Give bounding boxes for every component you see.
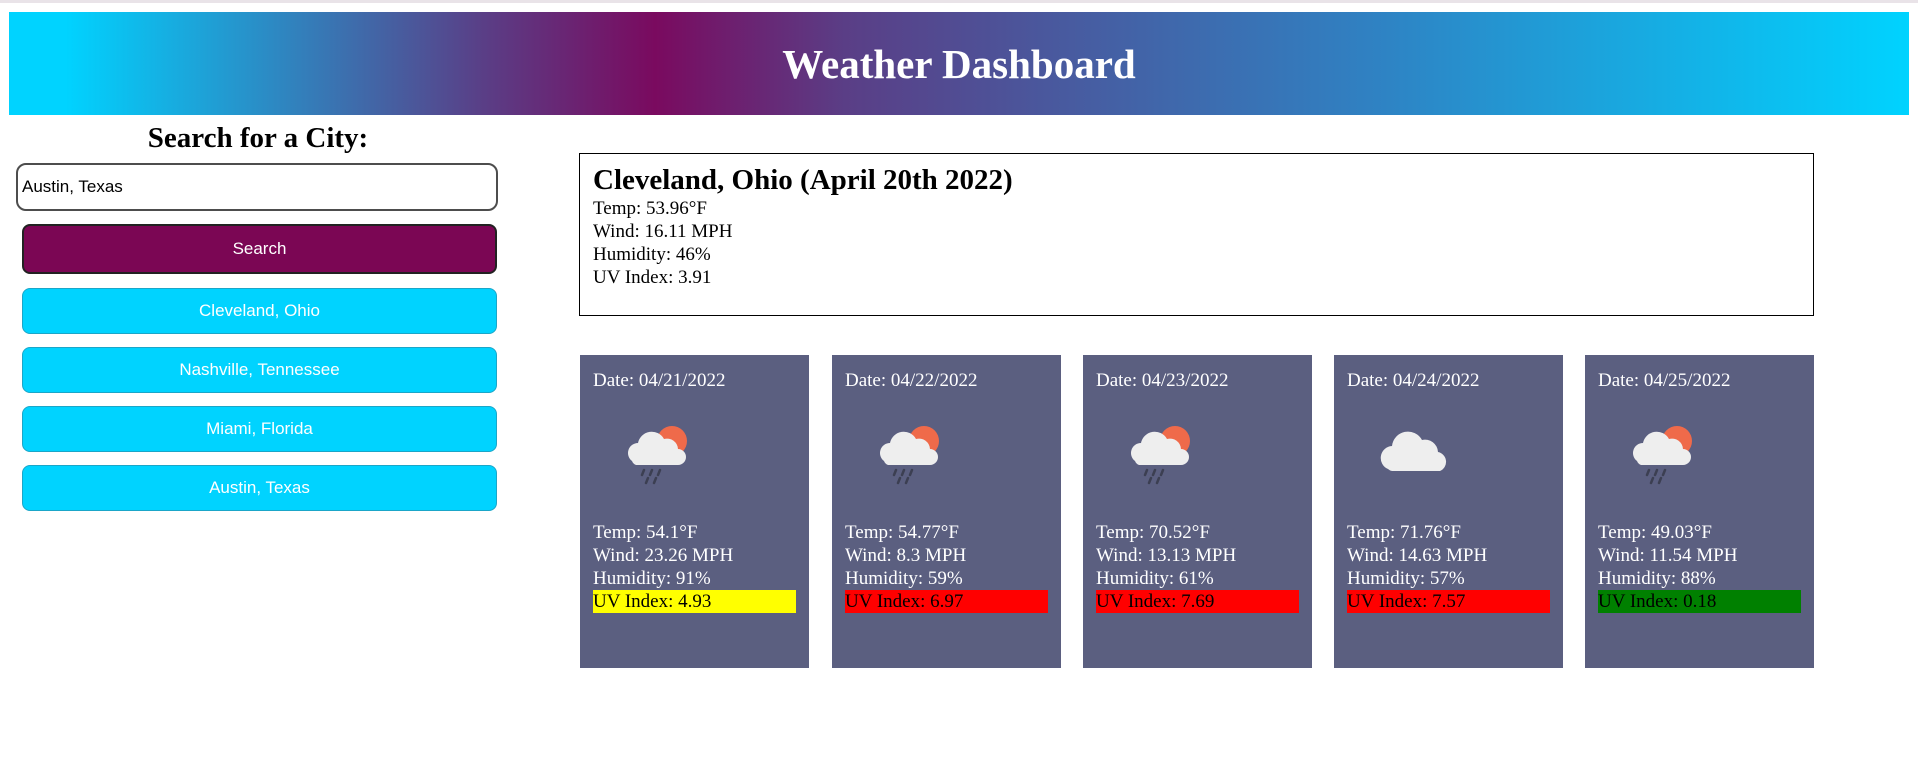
forecast-uv-index: UV Index: 7.57	[1347, 590, 1550, 613]
current-weather-panel: Cleveland, Ohio (April 20th 2022) Temp: …	[579, 153, 1814, 316]
cloud-icon	[1380, 431, 1447, 471]
current-city-title: Cleveland, Ohio (April 20th 2022)	[593, 164, 1013, 196]
forecast-date: Date: 04/23/2022	[1096, 370, 1229, 391]
history-button-miami[interactable]: Miami, Florida	[22, 406, 497, 452]
forecast-temp: Temp: 54.1°F	[593, 522, 698, 543]
cloud-sun-rain-icon	[1131, 426, 1190, 485]
forecast-card: Date: 04/22/2022 Temp: 54.77°F Wind: 8.3…	[832, 355, 1061, 668]
forecast-stats: Temp: 71.76°F Wind: 14.63 MPH Humidity: …	[1347, 521, 1550, 613]
forecast-humidity: Humidity: 59%	[845, 568, 963, 589]
forecast-uv-index: UV Index: 6.97	[845, 590, 1048, 613]
history-button-nashville[interactable]: Nashville, Tennessee	[22, 347, 497, 393]
browser-top-border	[0, 0, 1918, 3]
forecast-stats: Temp: 49.03°F Wind: 11.54 MPH Humidity: …	[1598, 521, 1801, 613]
forecast-humidity: Humidity: 57%	[1347, 568, 1465, 589]
history-button-austin[interactable]: Austin, Texas	[22, 465, 497, 511]
forecast-stats: Temp: 54.77°F Wind: 8.3 MPH Humidity: 59…	[845, 521, 1048, 613]
forecast-temp: Temp: 70.52°F	[1096, 522, 1210, 543]
cloud-sun-rain-icon	[628, 426, 687, 485]
forecast-wind: Wind: 14.63 MPH	[1347, 545, 1488, 566]
current-temp: Temp: 53.96°F	[593, 198, 707, 219]
forecast-date: Date: 04/25/2022	[1598, 370, 1731, 391]
page-title: Weather Dashboard	[782, 40, 1136, 87]
forecast-card: Date: 04/21/2022 Temp: 54.1°F Wind: 23.2…	[580, 355, 809, 668]
forecast-card: Date: 04/24/2022 Temp: 71.76°F Wind: 14.…	[1334, 355, 1563, 668]
forecast-temp: Temp: 71.76°F	[1347, 522, 1461, 543]
forecast-temp: Temp: 49.03°F	[1598, 522, 1712, 543]
forecast-uv-index: UV Index: 0.18	[1598, 590, 1801, 613]
forecast-stats: Temp: 70.52°F Wind: 13.13 MPH Humidity: …	[1096, 521, 1299, 613]
current-uv-index: UV Index: 3.91	[593, 267, 712, 288]
current-humidity: Humidity: 46%	[593, 244, 711, 265]
forecast-humidity: Humidity: 91%	[593, 568, 711, 589]
forecast-date: Date: 04/24/2022	[1347, 370, 1480, 391]
city-search-input[interactable]	[16, 163, 498, 211]
forecast-date: Date: 04/21/2022	[593, 370, 726, 391]
search-button[interactable]: Search	[22, 224, 497, 274]
forecast-humidity: Humidity: 88%	[1598, 568, 1716, 589]
forecast-wind: Wind: 23.26 MPH	[593, 545, 734, 566]
forecast-wind: Wind: 13.13 MPH	[1096, 545, 1237, 566]
forecast-uv-index: UV Index: 7.69	[1096, 590, 1299, 613]
history-button-cleveland[interactable]: Cleveland, Ohio	[22, 288, 497, 334]
forecast-temp: Temp: 54.77°F	[845, 522, 959, 543]
forecast-date: Date: 04/22/2022	[845, 370, 978, 391]
forecast-uv-index: UV Index: 4.93	[593, 590, 796, 613]
forecast-card: Date: 04/25/2022 Temp: 49.03°F Wind: 11.…	[1585, 355, 1814, 668]
cloud-sun-rain-icon	[1633, 426, 1692, 485]
cloud-sun-rain-icon	[880, 426, 939, 485]
forecast-humidity: Humidity: 61%	[1096, 568, 1214, 589]
forecast-card: Date: 04/23/2022 Temp: 70.52°F Wind: 13.…	[1083, 355, 1312, 668]
current-wind: Wind: 16.11 MPH	[593, 221, 733, 242]
forecast-stats: Temp: 54.1°F Wind: 23.26 MPH Humidity: 9…	[593, 521, 796, 613]
forecast-wind: Wind: 8.3 MPH	[845, 545, 967, 566]
search-sidebar: Search for a City: Search Cleveland, Ohi…	[15, 118, 501, 511]
page-header: Weather Dashboard	[9, 12, 1909, 115]
search-heading: Search for a City:	[147, 122, 369, 154]
forecast-wind: Wind: 11.54 MPH	[1598, 545, 1738, 566]
